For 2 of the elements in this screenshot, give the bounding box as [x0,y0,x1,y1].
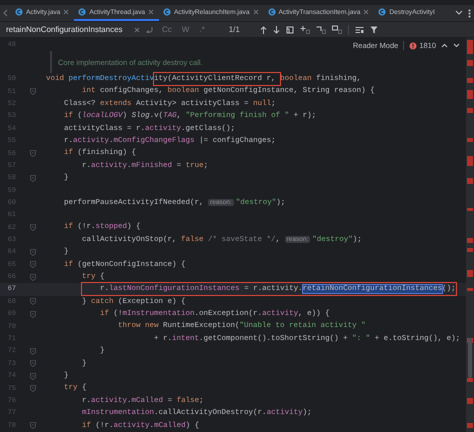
search-field[interactable]: retainNonConfigurationInstances [6,24,128,36]
match-count: 1/1 [228,25,240,34]
